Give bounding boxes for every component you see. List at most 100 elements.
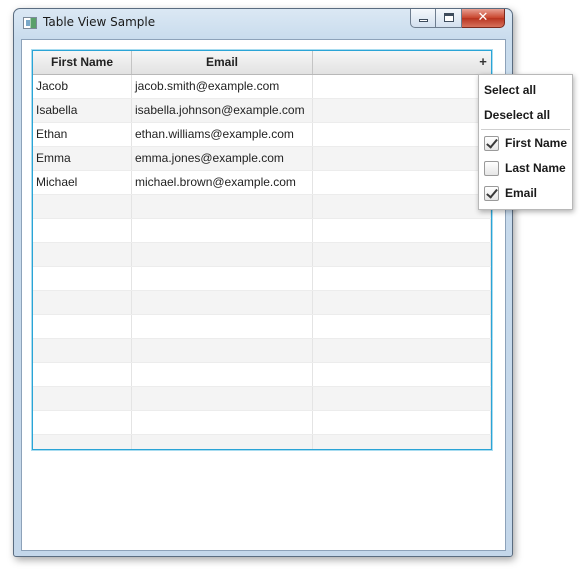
cell-email bbox=[132, 387, 313, 410]
cell-empty bbox=[313, 315, 491, 338]
cell-first-name[interactable]: Isabella bbox=[33, 99, 132, 122]
maximize-icon bbox=[444, 13, 454, 22]
cell-email bbox=[132, 291, 313, 314]
column-visibility-menu: Select all Deselect all First Name Last … bbox=[478, 74, 573, 210]
last-name-checkbox[interactable] bbox=[484, 161, 499, 176]
cell-email bbox=[132, 435, 313, 449]
maximize-button[interactable] bbox=[436, 9, 462, 28]
empty-table-row bbox=[33, 315, 491, 339]
window-content: First Name Email + Jacob jacob.smith@exam… bbox=[21, 39, 506, 551]
checkmark-icon bbox=[486, 136, 498, 149]
empty-table-row bbox=[33, 195, 491, 219]
empty-table-row bbox=[33, 243, 491, 267]
menu-item-label: First Name bbox=[505, 136, 568, 150]
cell-email bbox=[132, 267, 313, 290]
empty-table-row bbox=[33, 219, 491, 243]
column-header-filler bbox=[313, 51, 491, 74]
table-row[interactable]: Isabella isabella.johnson@example.com bbox=[33, 99, 491, 123]
menu-item-label: Deselect all bbox=[484, 108, 551, 122]
cell-empty bbox=[313, 435, 491, 449]
cell-email[interactable]: emma.jones@example.com bbox=[132, 147, 313, 170]
menu-item-first-name[interactable]: First Name bbox=[479, 131, 572, 156]
cell-first-name bbox=[33, 339, 132, 362]
table-row[interactable]: Ethan ethan.williams@example.com bbox=[33, 123, 491, 147]
checkmark-icon bbox=[486, 186, 498, 199]
cell-first-name bbox=[33, 291, 132, 314]
table-row[interactable]: Michael michael.brown@example.com bbox=[33, 171, 491, 195]
empty-table-row bbox=[33, 387, 491, 411]
cell-first-name bbox=[33, 267, 132, 290]
cell-first-name bbox=[33, 219, 132, 242]
first-name-checkbox[interactable] bbox=[484, 136, 499, 151]
table-header: First Name Email + bbox=[33, 51, 491, 75]
cell-first-name[interactable]: Jacob bbox=[33, 75, 132, 98]
app-window: Table View Sample ✕ First Name Email + J… bbox=[13, 8, 513, 557]
caption-buttons: ✕ bbox=[410, 9, 505, 29]
minimize-button[interactable] bbox=[410, 9, 436, 28]
cell-email bbox=[132, 411, 313, 434]
empty-table-row bbox=[33, 435, 491, 449]
cell-first-name bbox=[33, 387, 132, 410]
cell-email bbox=[132, 195, 313, 218]
cell-empty bbox=[313, 171, 491, 194]
menu-item-label: Select all bbox=[484, 83, 537, 97]
cell-first-name[interactable]: Michael bbox=[33, 171, 132, 194]
menu-item-select-all[interactable]: Select all bbox=[479, 78, 572, 103]
cell-first-name bbox=[33, 195, 132, 218]
minimize-icon bbox=[419, 19, 428, 22]
menu-item-email[interactable]: Email bbox=[479, 181, 572, 206]
cell-email[interactable]: jacob.smith@example.com bbox=[132, 75, 313, 98]
cell-empty bbox=[313, 291, 491, 314]
menu-item-last-name[interactable]: Last Name bbox=[479, 156, 572, 181]
cell-email bbox=[132, 315, 313, 338]
menu-item-deselect-all[interactable]: Deselect all bbox=[479, 103, 572, 128]
cell-empty bbox=[313, 99, 491, 122]
cell-empty bbox=[313, 147, 491, 170]
cell-email bbox=[132, 219, 313, 242]
cell-email[interactable]: michael.brown@example.com bbox=[132, 171, 313, 194]
cell-empty bbox=[313, 411, 491, 434]
empty-table-row bbox=[33, 291, 491, 315]
table-body: Jacob jacob.smith@example.com Isabella isab… bbox=[33, 75, 491, 449]
cell-empty bbox=[313, 123, 491, 146]
cell-first-name bbox=[33, 363, 132, 386]
cell-email bbox=[132, 339, 313, 362]
cell-email bbox=[132, 243, 313, 266]
column-header-first-name[interactable]: First Name bbox=[33, 51, 132, 74]
cell-first-name bbox=[33, 243, 132, 266]
close-icon: ✕ bbox=[477, 10, 489, 25]
close-button[interactable]: ✕ bbox=[462, 9, 505, 28]
email-checkbox[interactable] bbox=[484, 186, 499, 201]
empty-table-row bbox=[33, 267, 491, 291]
column-menu-button[interactable]: + bbox=[478, 51, 488, 74]
table-row[interactable]: Jacob jacob.smith@example.com bbox=[33, 75, 491, 99]
cell-first-name bbox=[33, 435, 132, 449]
cell-empty bbox=[313, 219, 491, 242]
column-header-email[interactable]: Email bbox=[132, 51, 313, 74]
cell-empty bbox=[313, 243, 491, 266]
menu-item-label: Last Name bbox=[505, 161, 566, 175]
cell-empty bbox=[313, 267, 491, 290]
app-icon bbox=[23, 17, 37, 29]
title-bar[interactable]: Table View Sample ✕ bbox=[14, 9, 512, 37]
cell-email[interactable]: ethan.williams@example.com bbox=[132, 123, 313, 146]
cell-empty bbox=[313, 339, 491, 362]
cell-email[interactable]: isabella.johnson@example.com bbox=[132, 99, 313, 122]
cell-empty bbox=[313, 75, 491, 98]
cell-empty bbox=[313, 387, 491, 410]
cell-first-name[interactable]: Ethan bbox=[33, 123, 132, 146]
menu-separator bbox=[481, 129, 570, 130]
table-row[interactable]: Emma emma.jones@example.com bbox=[33, 147, 491, 171]
window-title: Table View Sample bbox=[43, 15, 156, 29]
cell-empty bbox=[313, 195, 491, 218]
cell-empty bbox=[313, 363, 491, 386]
cell-first-name bbox=[33, 411, 132, 434]
empty-table-row bbox=[33, 363, 491, 387]
cell-first-name[interactable]: Emma bbox=[33, 147, 132, 170]
menu-item-label: Email bbox=[505, 186, 538, 200]
empty-table-row bbox=[33, 411, 491, 435]
cell-email bbox=[132, 363, 313, 386]
cell-first-name bbox=[33, 315, 132, 338]
empty-table-row bbox=[33, 339, 491, 363]
table-view[interactable]: First Name Email + Jacob jacob.smith@exam… bbox=[32, 50, 492, 450]
